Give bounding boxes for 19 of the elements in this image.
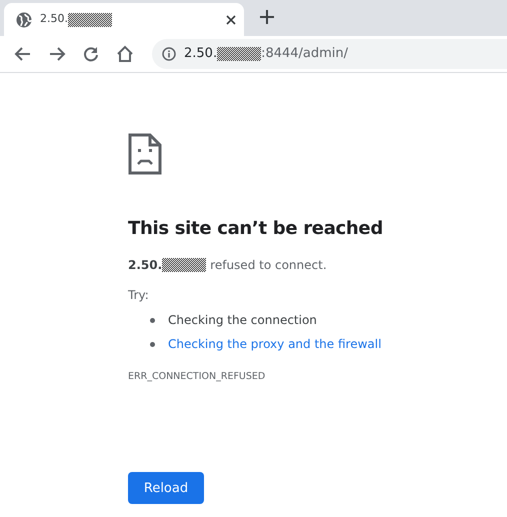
bullet-icon (150, 342, 155, 346)
error-title: This site can’t be reached (128, 217, 384, 241)
browser-tab[interactable]: 2.50. (4, 3, 244, 36)
address-bar[interactable]: 2.50. :8444/admin/ (152, 39, 507, 69)
tab-title: 2.50. (40, 11, 68, 28)
error-code: ERR_CONNECTION_REFUSED (128, 370, 266, 384)
bullet-icon (150, 318, 155, 322)
url-path: :8444/admin/ (261, 45, 348, 64)
globe-icon (16, 12, 32, 28)
reload-button[interactable]: Reload (128, 472, 204, 504)
suggestion-text: Checking the connection (168, 312, 317, 329)
host-name: 2.50. (128, 257, 162, 274)
url-host: 2.50. (184, 45, 218, 64)
info-icon[interactable] (162, 47, 176, 61)
error-message: refused to connect. (210, 257, 327, 274)
try-label: Try: (128, 287, 150, 304)
sad-document-icon (128, 133, 162, 175)
suggestion-link[interactable]: Checking the proxy and the firewall (168, 335, 382, 353)
close-icon[interactable] (226, 14, 236, 24)
